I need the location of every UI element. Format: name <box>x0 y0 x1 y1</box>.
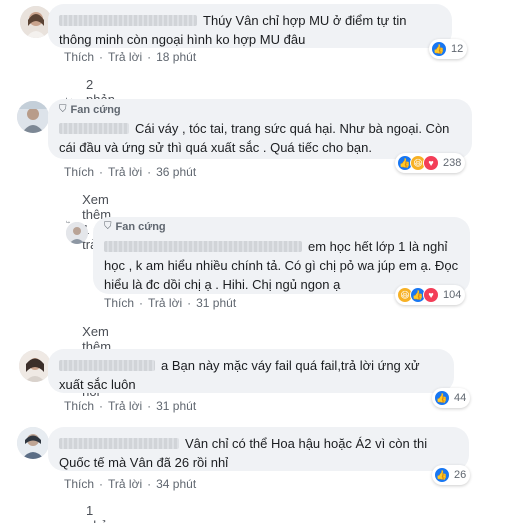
like-button[interactable]: Thích <box>64 50 94 64</box>
timestamp[interactable]: 31 phút <box>196 296 236 310</box>
like-button[interactable]: Thích <box>104 296 134 310</box>
comment-bubble: Thúy Vân chỉ hợp MU ở điểm tự tin thông … <box>48 4 452 48</box>
comment-actions: Thích · Trả lời · 18 phút <box>64 50 197 64</box>
timestamp[interactable]: 36 phút <box>156 165 196 179</box>
author-name-hidden[interactable] <box>59 123 129 134</box>
comment-bubble: Vân chỉ có thể Hoa hậu hoặc Á2 vì còn th… <box>48 427 469 471</box>
reaction-count: 104 <box>443 289 462 301</box>
like-reaction-icon: 👍 <box>434 467 450 483</box>
author-name-hidden[interactable] <box>104 241 302 252</box>
reaction-summary[interactable]: 👍 44 <box>432 388 471 408</box>
reply-button[interactable]: Trả lời <box>108 477 142 491</box>
avatar[interactable] <box>17 101 49 133</box>
avatar[interactable] <box>66 222 88 244</box>
comment-bubble: ⛉ Fan cứng Cái váy , tóc tai, trang sức q… <box>48 99 472 159</box>
reaction-summary[interactable]: 👍 12 <box>429 39 468 59</box>
fan-badge-icon: ⛉ <box>104 221 112 232</box>
fan-badge: ⛉ Fan cứng <box>59 104 121 116</box>
reaction-summary[interactable]: 👍 26 <box>432 465 471 485</box>
author-name-hidden[interactable] <box>59 15 197 26</box>
timestamp[interactable]: 18 phút <box>156 50 196 64</box>
love-reaction-icon: ♥ <box>423 287 439 303</box>
author-name-hidden[interactable] <box>59 360 155 371</box>
reaction-count: 26 <box>454 469 467 481</box>
reaction-summary[interactable]: 😆 👍 ♥ 104 <box>395 285 466 305</box>
like-button[interactable]: Thích <box>64 165 94 179</box>
fan-badge: ⛉ Fan cứng <box>104 221 166 233</box>
avatar[interactable] <box>17 427 49 459</box>
view-replies-label[interactable]: 1 phản hồi <box>86 503 121 523</box>
comment-actions: Thích · Trả lời · 31 phút <box>104 296 237 310</box>
like-reaction-icon: 👍 <box>434 390 450 406</box>
timestamp[interactable]: 31 phút <box>156 399 196 413</box>
reply-button[interactable]: Trả lời <box>108 50 142 64</box>
comment-actions: Thích · Trả lời · 34 phút <box>64 477 197 491</box>
comment-bubble: a Bạn này mặc váy fail quá fail,trả lời … <box>48 349 454 393</box>
reply-button[interactable]: Trả lời <box>108 165 142 179</box>
reaction-count: 238 <box>443 157 462 169</box>
reply-button[interactable]: Trả lời <box>108 399 142 413</box>
like-button[interactable]: Thích <box>64 477 94 491</box>
author-name-hidden[interactable] <box>59 438 179 449</box>
comment-actions: Thích · Trả lời · 31 phút <box>64 399 197 413</box>
reaction-count: 12 <box>451 43 464 55</box>
like-reaction-icon: 👍 <box>431 41 447 57</box>
comment-actions: Thích · Trả lời · 36 phút <box>64 165 197 179</box>
reaction-summary[interactable]: 👍 😆 ♥ 238 <box>395 153 466 173</box>
avatar[interactable] <box>19 350 51 382</box>
love-reaction-icon: ♥ <box>423 155 439 171</box>
reply-button[interactable]: Trả lời <box>148 296 182 310</box>
view-replies-link[interactable]: 1 phản hồi <box>66 503 121 523</box>
reaction-count: 44 <box>454 392 467 404</box>
timestamp[interactable]: 34 phút <box>156 477 196 491</box>
like-button[interactable]: Thích <box>64 399 94 413</box>
fan-badge-icon: ⛉ <box>59 104 67 115</box>
comment-bubble: ⛉ Fan cứng em học hết lớp 1 là nghỉ học ,… <box>93 217 470 294</box>
